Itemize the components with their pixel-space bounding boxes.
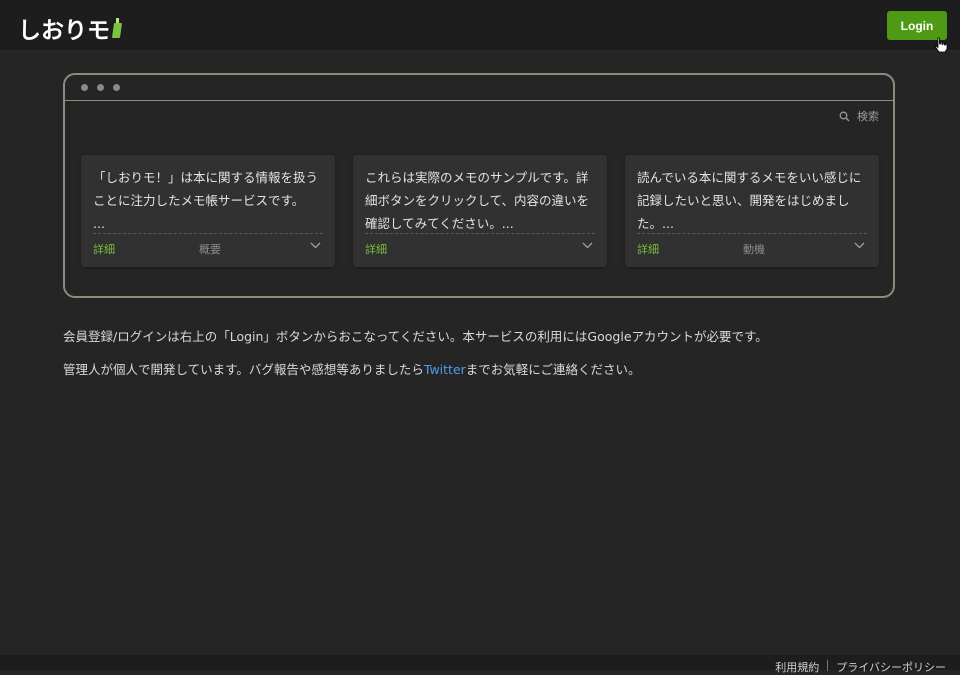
hand-pointer-icon (934, 37, 948, 53)
window-dot-icon (113, 84, 120, 91)
login-instructions: 会員登録/ログインは右上の「Login」ボタンからおこなってください。本サービス… (63, 329, 768, 344)
privacy-policy-link[interactable]: プライバシーポリシー (836, 659, 946, 675)
bookmark-logo-icon (111, 18, 123, 38)
memo-card[interactable]: 読んでいる本に関するメモをいい感じに記録したいと思い、開発をはじめました。...… (625, 155, 879, 267)
memo-card-text: 読んでいる本に関するメモをいい感じに記録したいと思い、開発をはじめました。... (637, 166, 869, 235)
contact-note: 管理人が個人で開発しています。バグ報告や感想等ありましたらTwitterまでお気… (63, 359, 641, 378)
footer-divider (827, 660, 829, 671)
window-dot-icon (81, 84, 88, 91)
window-dot-icon (97, 84, 104, 91)
footer-links: 利用規約 プライバシーポリシー (775, 659, 946, 675)
contact-text-after: までお気軽にご連絡ください。 (465, 362, 641, 377)
terms-link[interactable]: 利用規約 (775, 659, 819, 675)
chevron-down-icon[interactable] (582, 242, 593, 249)
footer: 利用規約 プライバシーポリシー (0, 655, 960, 674)
memo-card[interactable]: これらは実際のメモのサンプルです。詳細ボタンをクリックして、内容の違いを確認して… (353, 155, 607, 267)
memo-text: これらは実際のメモのサンプルです。詳細ボタンをクリックして、内容の違いを確認して… (365, 170, 590, 231)
search-icon (839, 111, 850, 121)
detail-button[interactable]: 詳細 (93, 241, 115, 257)
detail-button[interactable]: 詳細 (637, 241, 659, 257)
header: しおりモ Login (0, 0, 960, 53)
login-button[interactable]: Login (887, 11, 947, 40)
detail-button[interactable]: 詳細 (365, 241, 387, 257)
memo-text: 「しおりモ！」は本に関する情報を扱うことに注力したメモ帳サービスです。 ... (93, 170, 319, 231)
browser-mockup: 検索 「しおりモ！」は本に関する情報を扱うことに注力したメモ帳サービスです。 .… (63, 73, 895, 298)
memo-tag: 動機 (743, 243, 765, 256)
chevron-down-icon[interactable] (854, 242, 865, 249)
memo-card-text: 「しおりモ！」は本に関する情報を扱うことに注力したメモ帳サービスです。 ... (93, 166, 325, 235)
browser-titlebar (65, 75, 893, 101)
search-box[interactable]: 検索 (839, 108, 879, 124)
memo-card-footer: 詳細 動機 (637, 233, 867, 256)
chevron-down-icon[interactable] (310, 242, 321, 249)
contact-text-before: 管理人が個人で開発しています。バグ報告や感想等ありましたら (63, 362, 424, 377)
logo-text: しおりモ (18, 18, 110, 44)
memo-card-footer: 詳細 概要 (93, 233, 323, 256)
memo-card-text: これらは実際のメモのサンプルです。詳細ボタンをクリックして、内容の違いを確認して… (365, 166, 597, 235)
logo[interactable]: しおりモ (18, 11, 123, 45)
memo-text: 読んでいる本に関するメモをいい感じに記録したいと思い、開発をはじめました。... (637, 170, 862, 231)
twitter-link[interactable]: Twitter (424, 362, 466, 377)
search-label: 検索 (857, 110, 879, 123)
memo-card[interactable]: 「しおりモ！」は本に関する情報を扱うことに注力したメモ帳サービスです。 ... … (81, 155, 335, 267)
memo-card-footer: 詳細 (365, 233, 595, 256)
memo-tag: 概要 (199, 243, 221, 256)
